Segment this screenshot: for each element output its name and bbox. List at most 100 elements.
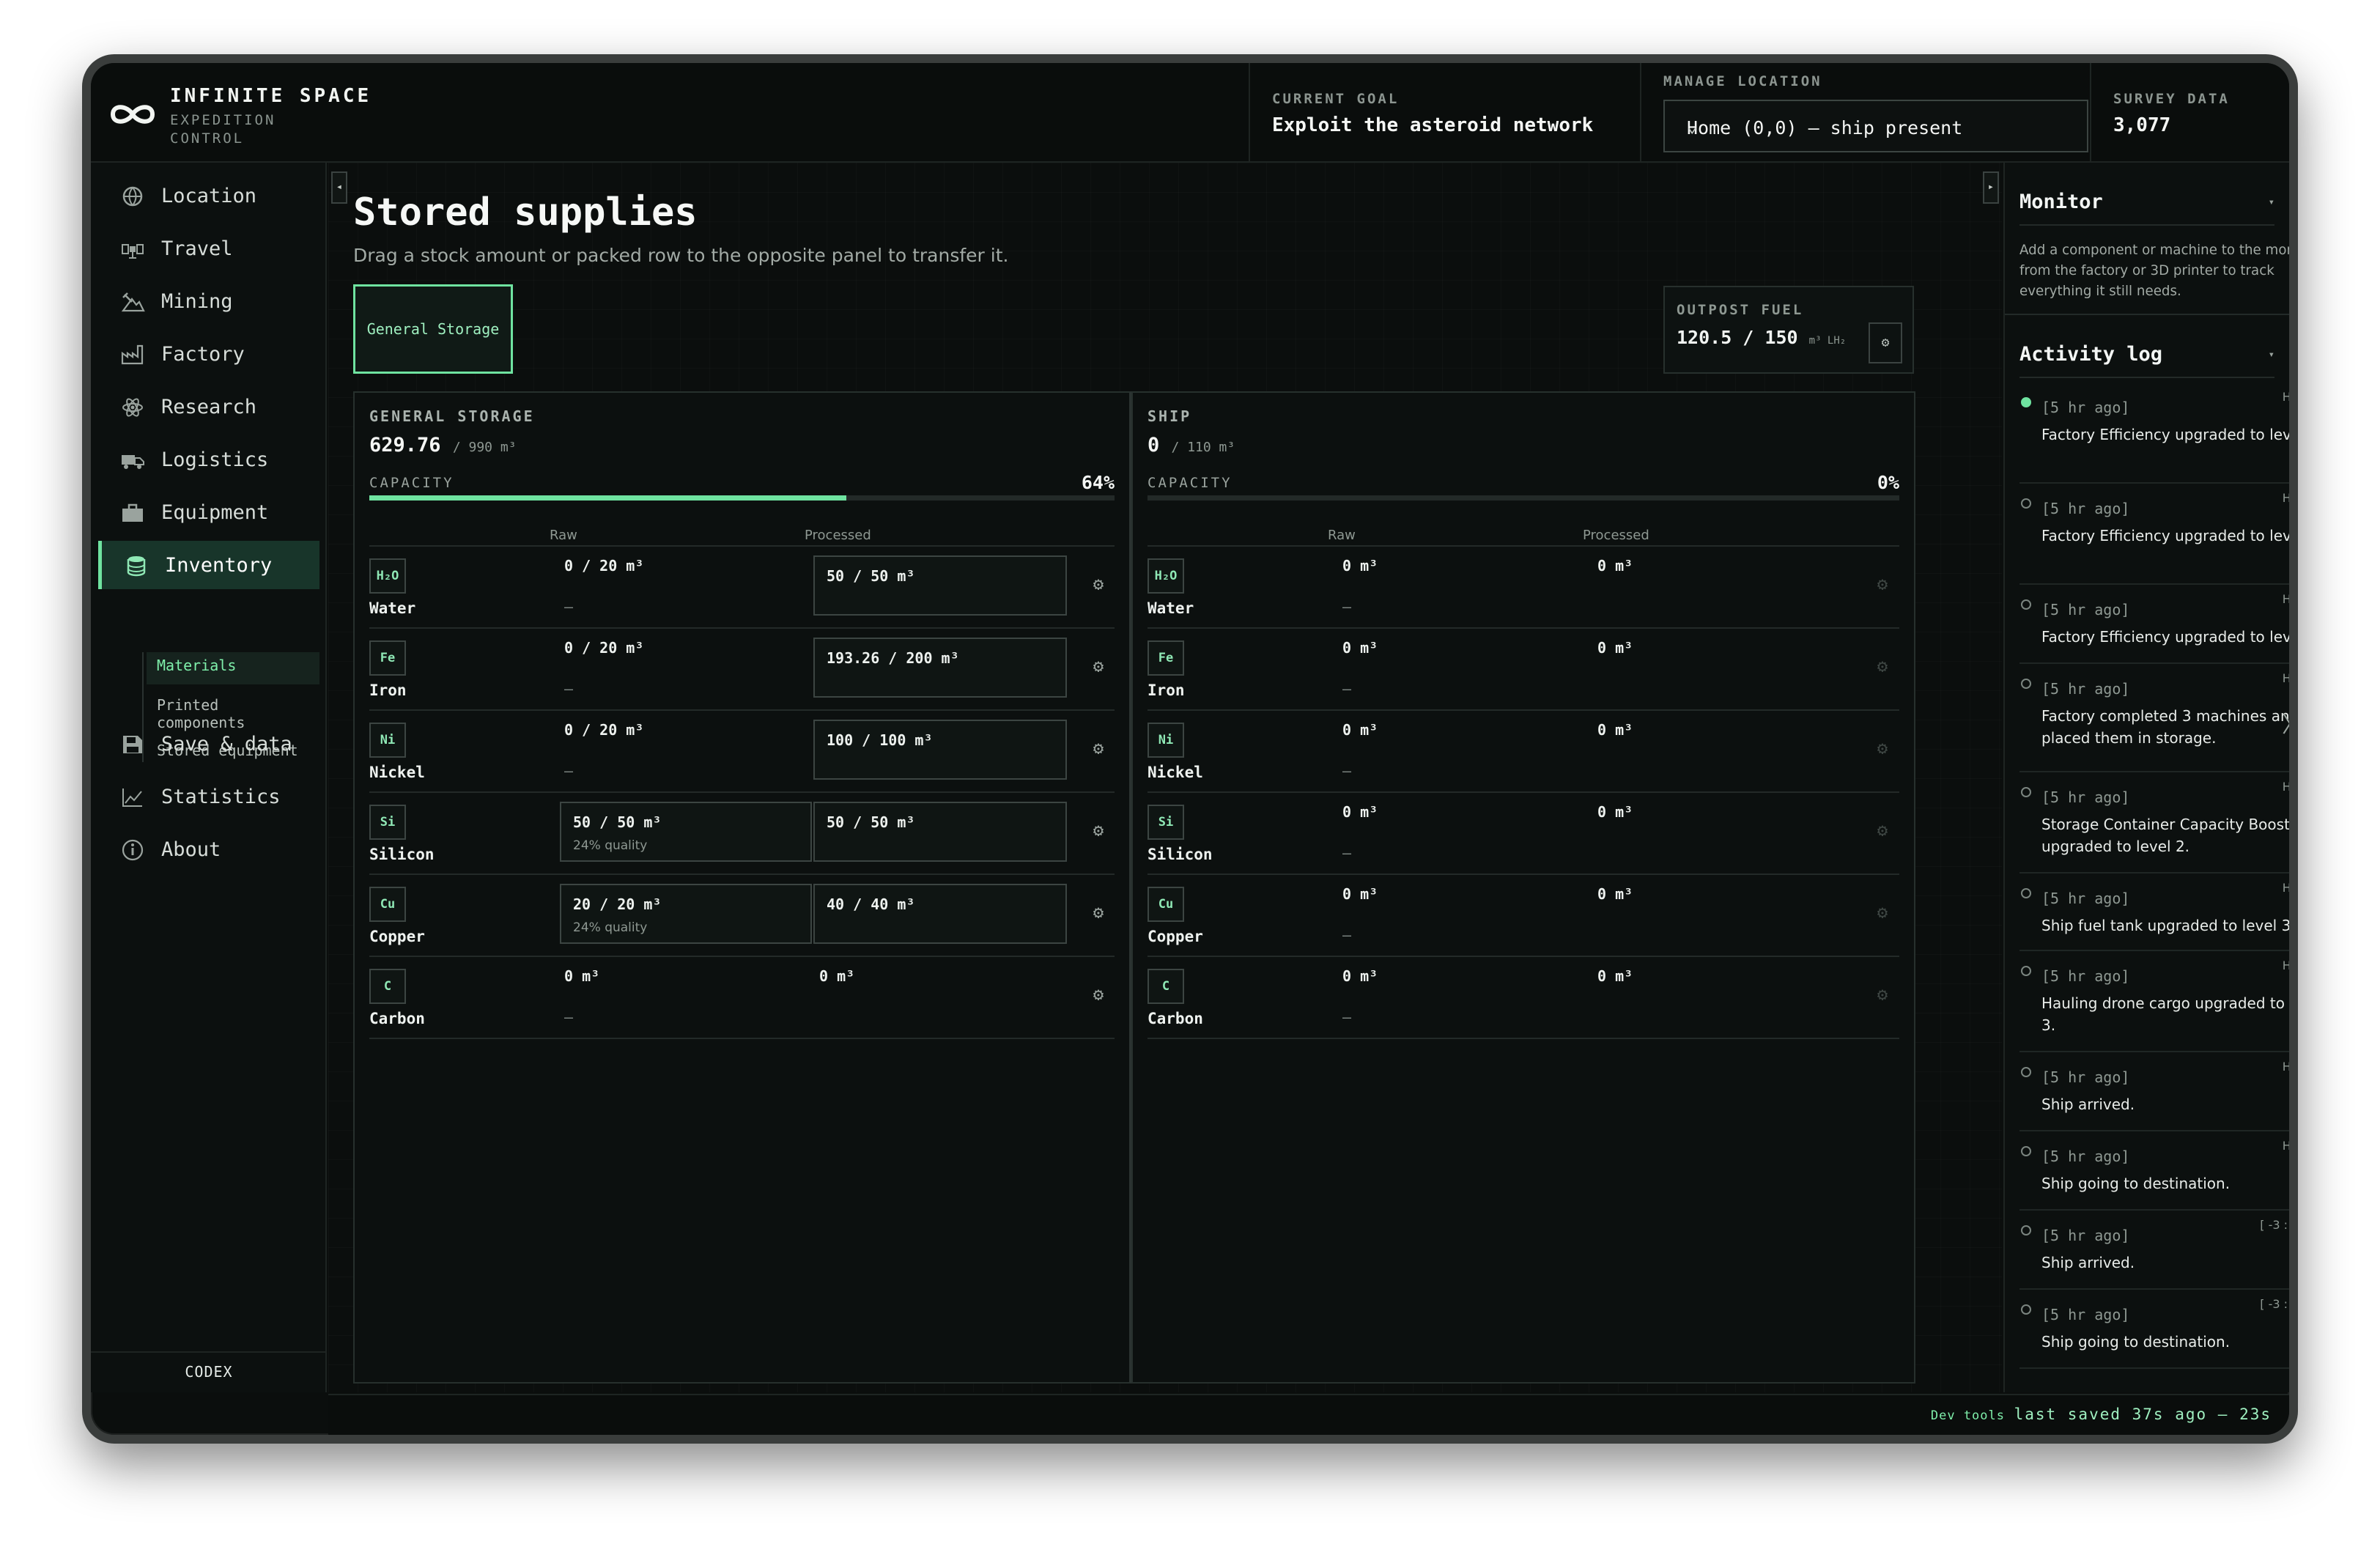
- processed-stock-value[interactable]: 0 m³: [1597, 721, 1633, 739]
- monitor-title[interactable]: Monitor: [2019, 191, 2103, 213]
- chevron-right-icon[interactable]: 〉: [2282, 706, 2289, 739]
- element-symbol-chip[interactable]: Cu: [1148, 887, 1184, 922]
- ship-amount-value: 0: [1148, 434, 1160, 457]
- element-symbol-chip[interactable]: Cu: [369, 887, 406, 922]
- log-status-dot: [2021, 1225, 2031, 1235]
- log-status-dot: [2021, 1304, 2031, 1315]
- table-row: Si Silicon 50 / 50 m³ 24% quality 50 / 50 m³…: [369, 793, 1115, 875]
- log-timestamp: [5 hr ago]: [2041, 1148, 2130, 1165]
- element-symbol-chip[interactable]: Si: [1148, 805, 1184, 840]
- collapse-sidebar-button[interactable]: ◂: [331, 171, 347, 204]
- element-symbol-chip[interactable]: H₂O: [1148, 558, 1184, 594]
- processed-stock-value[interactable]: 0 m³: [1597, 885, 1633, 903]
- raw-stock-value[interactable]: 0 m³: [1342, 557, 1378, 575]
- element-symbol-chip[interactable]: Ni: [369, 723, 406, 758]
- raw-stock-value[interactable]: 0 m³: [1342, 803, 1378, 821]
- gear-icon[interactable]: ⚙: [1873, 903, 1892, 922]
- processed-stock-value[interactable]: 0 m³: [1597, 967, 1633, 985]
- satellite-icon: [122, 244, 144, 259]
- processed-stock-cell[interactable]: 50 / 50 m³: [813, 555, 1067, 616]
- top-header: INFINITE SPACE EXPEDITION CONTROL CURREN…: [91, 63, 2289, 163]
- monitor-description: Add a component or machine to the monito…: [2019, 242, 2298, 299]
- raw-stock-value[interactable]: 0 m³: [1342, 885, 1378, 903]
- capacity-bar: [1148, 495, 1899, 501]
- fuel-label: OUTPOST FUEL: [1677, 302, 1804, 318]
- log-message: Ship arrived.: [2041, 1254, 2135, 1271]
- sidebar-item-travel[interactable]: Travel: [98, 224, 319, 273]
- raw-stock-value[interactable]: 0 m³: [564, 967, 599, 985]
- gear-icon[interactable]: ⚙: [1089, 575, 1108, 594]
- gear-icon[interactable]: ⚙: [1873, 821, 1892, 840]
- log-message: Ship arrived.: [2041, 1096, 2135, 1113]
- save-icon: [123, 736, 142, 753]
- gear-icon[interactable]: ⚙: [1089, 739, 1108, 758]
- raw-sub-value: —: [1342, 926, 1352, 944]
- truck-icon: [122, 455, 144, 469]
- element-symbol-chip[interactable]: Fe: [1148, 640, 1184, 676]
- log-message: Factory Efficiency upgraded to level 3.: [2041, 426, 2298, 443]
- raw-stock-value[interactable]: 0 / 20 m³: [564, 557, 643, 575]
- gear-icon[interactable]: ⚙: [1873, 657, 1892, 676]
- location-select[interactable]: Home (0,0) — ship present ⌄: [1663, 100, 2088, 152]
- raw-stock-value[interactable]: 0 m³: [1342, 639, 1378, 657]
- subnav-item-materials[interactable]: Materials: [147, 652, 319, 684]
- log-timestamp: [5 hr ago]: [2041, 1068, 2130, 1086]
- processed-stock-value[interactable]: 0 m³: [1597, 639, 1633, 657]
- sidebar-item-mining[interactable]: Mining: [98, 277, 319, 325]
- collapse-right-panel-button[interactable]: ▸: [1983, 171, 1999, 204]
- element-symbol-chip[interactable]: C: [369, 969, 406, 1004]
- raw-stock-value[interactable]: 0 m³: [1342, 721, 1378, 739]
- sidebar-item-logistics[interactable]: Logistics: [98, 435, 319, 484]
- codex-button[interactable]: CODEX: [91, 1351, 327, 1392]
- sidebar-item-equipment[interactable]: Equipment: [98, 488, 319, 536]
- processed-stock-value[interactable]: 0 m³: [819, 967, 854, 985]
- chevron-down-icon[interactable]: ▾: [2269, 349, 2274, 361]
- raw-stock-value[interactable]: 0 m³: [1342, 967, 1378, 985]
- processed-stock-cell[interactable]: 193.26 / 200 m³: [813, 638, 1067, 698]
- gear-icon[interactable]: ⚙: [1873, 985, 1892, 1004]
- element-symbol-chip[interactable]: H₂O: [369, 558, 406, 594]
- element-symbol-chip[interactable]: Si: [369, 805, 406, 840]
- fuel-settings-button[interactable]: ⚙: [1869, 322, 1902, 363]
- sidebar-item-about[interactable]: About: [98, 825, 319, 873]
- gear-icon[interactable]: ⚙: [1873, 739, 1892, 758]
- gear-icon[interactable]: ⚙: [1089, 657, 1108, 676]
- raw-stock-value[interactable]: 0 / 20 m³: [564, 639, 643, 657]
- log-timestamp: [5 hr ago]: [2041, 1227, 2130, 1244]
- tab-general-storage[interactable]: General Storage: [353, 284, 513, 374]
- gear-icon[interactable]: ⚙: [1873, 575, 1892, 594]
- log-timestamp: [5 hr ago]: [2041, 1306, 2130, 1323]
- element-symbol-chip[interactable]: Fe: [369, 640, 406, 676]
- sidebar-item-location[interactable]: Location: [98, 171, 319, 220]
- raw-stock-cell[interactable]: 20 / 20 m³ 24% quality: [560, 884, 812, 944]
- resource-name: Carbon: [369, 1010, 425, 1027]
- processed-stock-value[interactable]: 0 m³: [1597, 557, 1633, 575]
- app-window: INFINITE SPACE EXPEDITION CONTROL CURREN…: [82, 54, 2298, 1444]
- processed-stock-value: 100 / 100 m³: [827, 731, 933, 749]
- chevron-down-icon[interactable]: ▾: [2269, 196, 2274, 208]
- activity-log-title[interactable]: Activity log: [2019, 343, 2162, 366]
- table-row: Cu Copper 20 / 20 m³ 24% quality 40 / 40 m³ ⚙: [369, 875, 1115, 957]
- dev-tools-link[interactable]: Dev tools: [1931, 1408, 2005, 1423]
- table-row: Fe Iron 0 / 20 m³ — 193.26 / 200 m³ ⚙: [369, 629, 1115, 711]
- sidebar-item-save-data[interactable]: Save & data: [98, 720, 319, 768]
- gear-icon[interactable]: ⚙: [1089, 903, 1108, 922]
- processed-stock-cell[interactable]: 100 / 100 m³: [813, 720, 1067, 780]
- element-symbol-chip[interactable]: C: [1148, 969, 1184, 1004]
- raw-stock-value[interactable]: 0 / 20 m³: [564, 721, 643, 739]
- capacity-label: CAPACITY: [369, 475, 454, 491]
- log-message: Factory Efficiency upgraded to level 2.: [2041, 527, 2298, 544]
- element-symbol-chip[interactable]: Ni: [1148, 723, 1184, 758]
- gear-icon[interactable]: ⚙: [1089, 985, 1108, 1004]
- log-location-tag: [ -3 : +1 ]: [2260, 1297, 2289, 1311]
- chart-icon: [122, 788, 142, 807]
- sidebar-item-inventory[interactable]: Inventory: [98, 541, 319, 589]
- sidebar-item-research[interactable]: Research: [98, 383, 319, 431]
- raw-stock-cell[interactable]: 50 / 50 m³ 24% quality: [560, 802, 812, 862]
- processed-stock-cell[interactable]: 40 / 40 m³: [813, 884, 1067, 944]
- processed-stock-cell[interactable]: 50 / 50 m³: [813, 802, 1067, 862]
- sidebar-item-factory[interactable]: Factory: [98, 330, 319, 378]
- gear-icon[interactable]: ⚙: [1089, 821, 1108, 840]
- sidebar-item-statistics[interactable]: Statistics: [98, 772, 319, 821]
- processed-stock-value[interactable]: 0 m³: [1597, 803, 1633, 821]
